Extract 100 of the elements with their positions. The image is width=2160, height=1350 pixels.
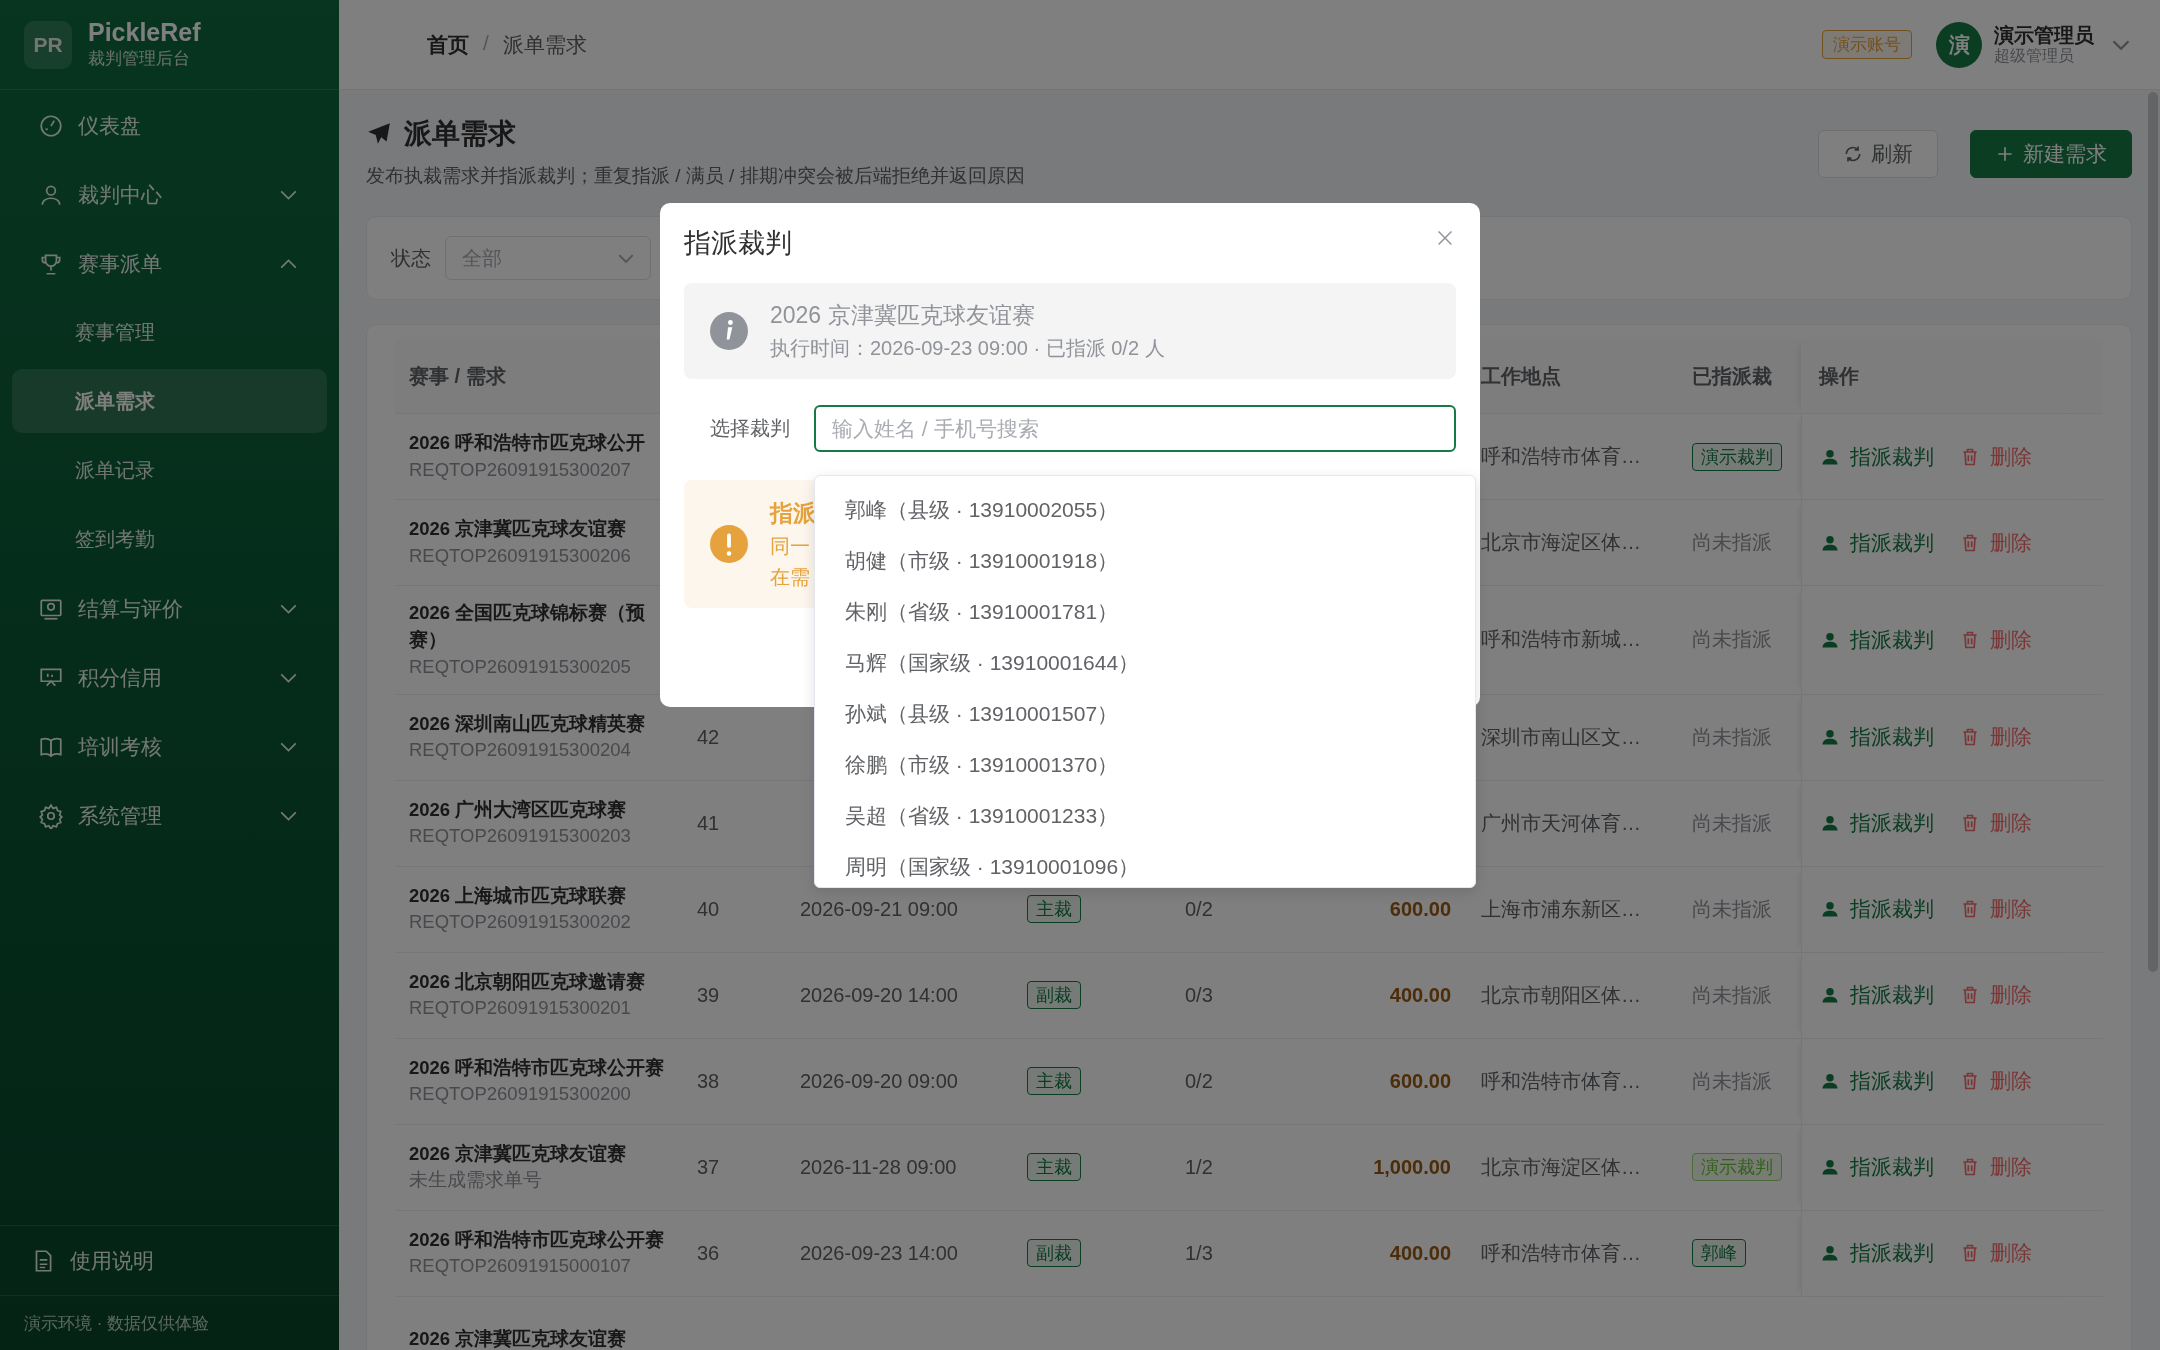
referee-option[interactable]: 马辉（国家级 · 13910001644） (815, 637, 1475, 688)
assign-referee-link[interactable]: 指派裁判 (1820, 1239, 1934, 1267)
trash-icon (1960, 1071, 1980, 1091)
delete-link[interactable]: 删除 (1960, 1153, 2032, 1181)
sidebar-item[interactable]: 培训考核 (0, 712, 339, 781)
role-tag: 主裁 (1027, 1153, 1081, 1181)
referee-tag: 演示裁判 (1692, 442, 1782, 471)
assign-referee-link[interactable]: 指派裁判 (1820, 981, 1934, 1009)
sidebar-item[interactable]: 仪表盘 (0, 91, 339, 160)
table-cell: 39 (697, 983, 720, 1007)
breadcrumb-item[interactable]: 首页 (427, 30, 469, 59)
help-link[interactable]: 使用说明 (0, 1225, 339, 1295)
table-cell-text: 北京市海淀区体… (1481, 1154, 1641, 1180)
assign-referee-link[interactable]: 指派裁判 (1820, 442, 1934, 471)
table-cell: 2026-09-23 14:00 (800, 1241, 958, 1265)
table-cell: 0/2 (1185, 1069, 1213, 1093)
assign-referee-link[interactable]: 指派裁判 (1820, 1067, 1934, 1095)
sidebar-item[interactable]: 裁判中心 (0, 160, 339, 229)
refresh-button[interactable]: 刷新 (1818, 130, 1938, 178)
trash-icon (1960, 985, 1980, 1005)
referee-option[interactable]: 孙斌（县级 · 13910001507） (815, 688, 1475, 739)
role-tag: 主裁 (1027, 1067, 1081, 1095)
assign-referee-link[interactable]: 指派裁判 (1820, 1153, 1934, 1181)
table-cell: 2026-09-21 09:00 (800, 897, 958, 921)
delete-link[interactable]: 删除 (1960, 442, 2032, 471)
table-cell: 38 (697, 1069, 720, 1093)
assign-referee-link[interactable]: 指派裁判 (1820, 528, 1934, 557)
event-name: 2026 北京朝阳匹克球邀请赛 (409, 969, 646, 994)
referee-tag: 郭峰 (1692, 1239, 1746, 1267)
info-icon (710, 312, 748, 350)
table-cell: 41 (697, 811, 720, 835)
delete-link[interactable]: 删除 (1960, 895, 2032, 923)
role-tag: 副裁 (1027, 981, 1081, 1009)
trash-icon (1960, 446, 1980, 467)
referee-option[interactable]: 徐鹏（市级 · 13910001370） (815, 739, 1475, 790)
assign-referee-link[interactable]: 指派裁判 (1820, 723, 1934, 751)
event-name: 2026 深圳南山匹克球精英赛 (409, 711, 646, 736)
column-header: 已指派裁 (1692, 363, 1772, 389)
sidebar-item[interactable]: 系统管理 (0, 781, 339, 850)
column-header: 赛事 / 需求 (409, 363, 506, 389)
table-cell-text: 广州市天河体育… (1481, 810, 1641, 836)
chevron-down-icon[interactable] (2112, 39, 2130, 50)
environment-note: 演示环境 · 数据仅供体验 (0, 1295, 339, 1350)
gear-icon (38, 802, 64, 829)
brand-subtitle: 裁判管理后台 (88, 47, 191, 70)
trash-icon (1960, 727, 1980, 747)
trash-icon (1960, 629, 1980, 650)
person-icon (1820, 813, 1840, 833)
event-name: 2026 广州大湾区匹克球赛 (409, 797, 627, 822)
amount-cell: 600.00 (1389, 897, 1451, 921)
user-name: 演示管理员 (1994, 23, 2094, 47)
sidebar-subitem[interactable]: 派单记录 (12, 436, 327, 505)
demo-badge: 演示账号 (1822, 30, 1912, 59)
dialog-title: 指派裁判 (684, 227, 792, 260)
table-cell: 0/2 (1185, 897, 1213, 921)
table-cell-text: 深圳市南山区文… (1481, 724, 1641, 750)
delete-link[interactable]: 删除 (1960, 1067, 2032, 1095)
page-title: 派单需求 (404, 117, 516, 151)
page-subtitle: 发布执裁需求并指派裁判；重复指派 / 满员 / 排期冲突会被后端拒绝并返回原因 (366, 164, 1025, 188)
warning-text: 在需 (770, 564, 811, 590)
referee-option[interactable]: 胡健（市级 · 13910001918） (815, 535, 1475, 586)
event-name: 2026 全国匹克球锦标赛（预赛） (409, 601, 647, 652)
sidebar-item[interactable]: 积分信用 (0, 643, 339, 712)
avatar[interactable]: 演 (1936, 21, 1982, 68)
delete-link[interactable]: 删除 (1960, 723, 2032, 751)
breadcrumb-separator: / (483, 30, 489, 56)
person-icon (1820, 1243, 1840, 1263)
referee-option[interactable]: 朱刚（省级 · 13910001781） (815, 586, 1475, 637)
new-request-button[interactable]: 新建需求 (1970, 130, 2132, 178)
delete-link[interactable]: 删除 (1960, 1239, 2032, 1267)
referee-search-field[interactable]: 输入姓名 / 手机号搜索 (814, 405, 1456, 452)
sidebar-subitem[interactable]: 签到考勤 (12, 505, 327, 574)
trash-icon (1960, 1243, 1980, 1263)
delete-link[interactable]: 删除 (1960, 625, 2032, 654)
assign-referee-link[interactable]: 指派裁判 (1820, 625, 1934, 654)
referee-option[interactable]: 郭峰（县级 · 13910002055） (815, 484, 1475, 535)
sidebar-subitem[interactable]: 赛事管理 (12, 298, 327, 367)
table-cell: 42 (697, 725, 720, 749)
table-cell: 40 (697, 897, 720, 921)
event-name: 2026 呼和浩特市匹克球公开 (409, 431, 646, 456)
assign-referee-link[interactable]: 指派裁判 (1820, 895, 1934, 923)
table-cell-text: 呼和浩特市体育… (1481, 1068, 1641, 1094)
referee-option[interactable]: 吴超（省级 · 13910001233） (815, 790, 1475, 841)
delete-link[interactable]: 删除 (1960, 528, 2032, 557)
delete-link[interactable]: 删除 (1960, 981, 2032, 1009)
sidebar-item[interactable]: 赛事派单 (0, 229, 339, 298)
warning-icon (710, 525, 748, 563)
assign-referee-link[interactable]: 指派裁判 (1820, 809, 1934, 837)
delete-link[interactable]: 删除 (1960, 809, 2032, 837)
table-cell: 0/3 (1185, 983, 1213, 1007)
warning-title: 指派 (770, 498, 816, 528)
amount-cell: 1,000.00 (1373, 1155, 1451, 1179)
amount-cell: 400.00 (1389, 1241, 1451, 1265)
referee-option[interactable]: 周明（国家级 · 13910001096） (815, 841, 1475, 887)
column-header: 工作地点 (1481, 363, 1561, 389)
table-cell: 2026-09-20 09:00 (800, 1069, 958, 1093)
field-label: 选择裁判 (709, 416, 791, 441)
table-cell-text: 呼和浩特市体育… (1481, 444, 1641, 469)
event-name: 2026 上海城市匹克球联赛 (409, 883, 627, 908)
sidebar-item[interactable]: 结算与评价 (0, 574, 339, 643)
